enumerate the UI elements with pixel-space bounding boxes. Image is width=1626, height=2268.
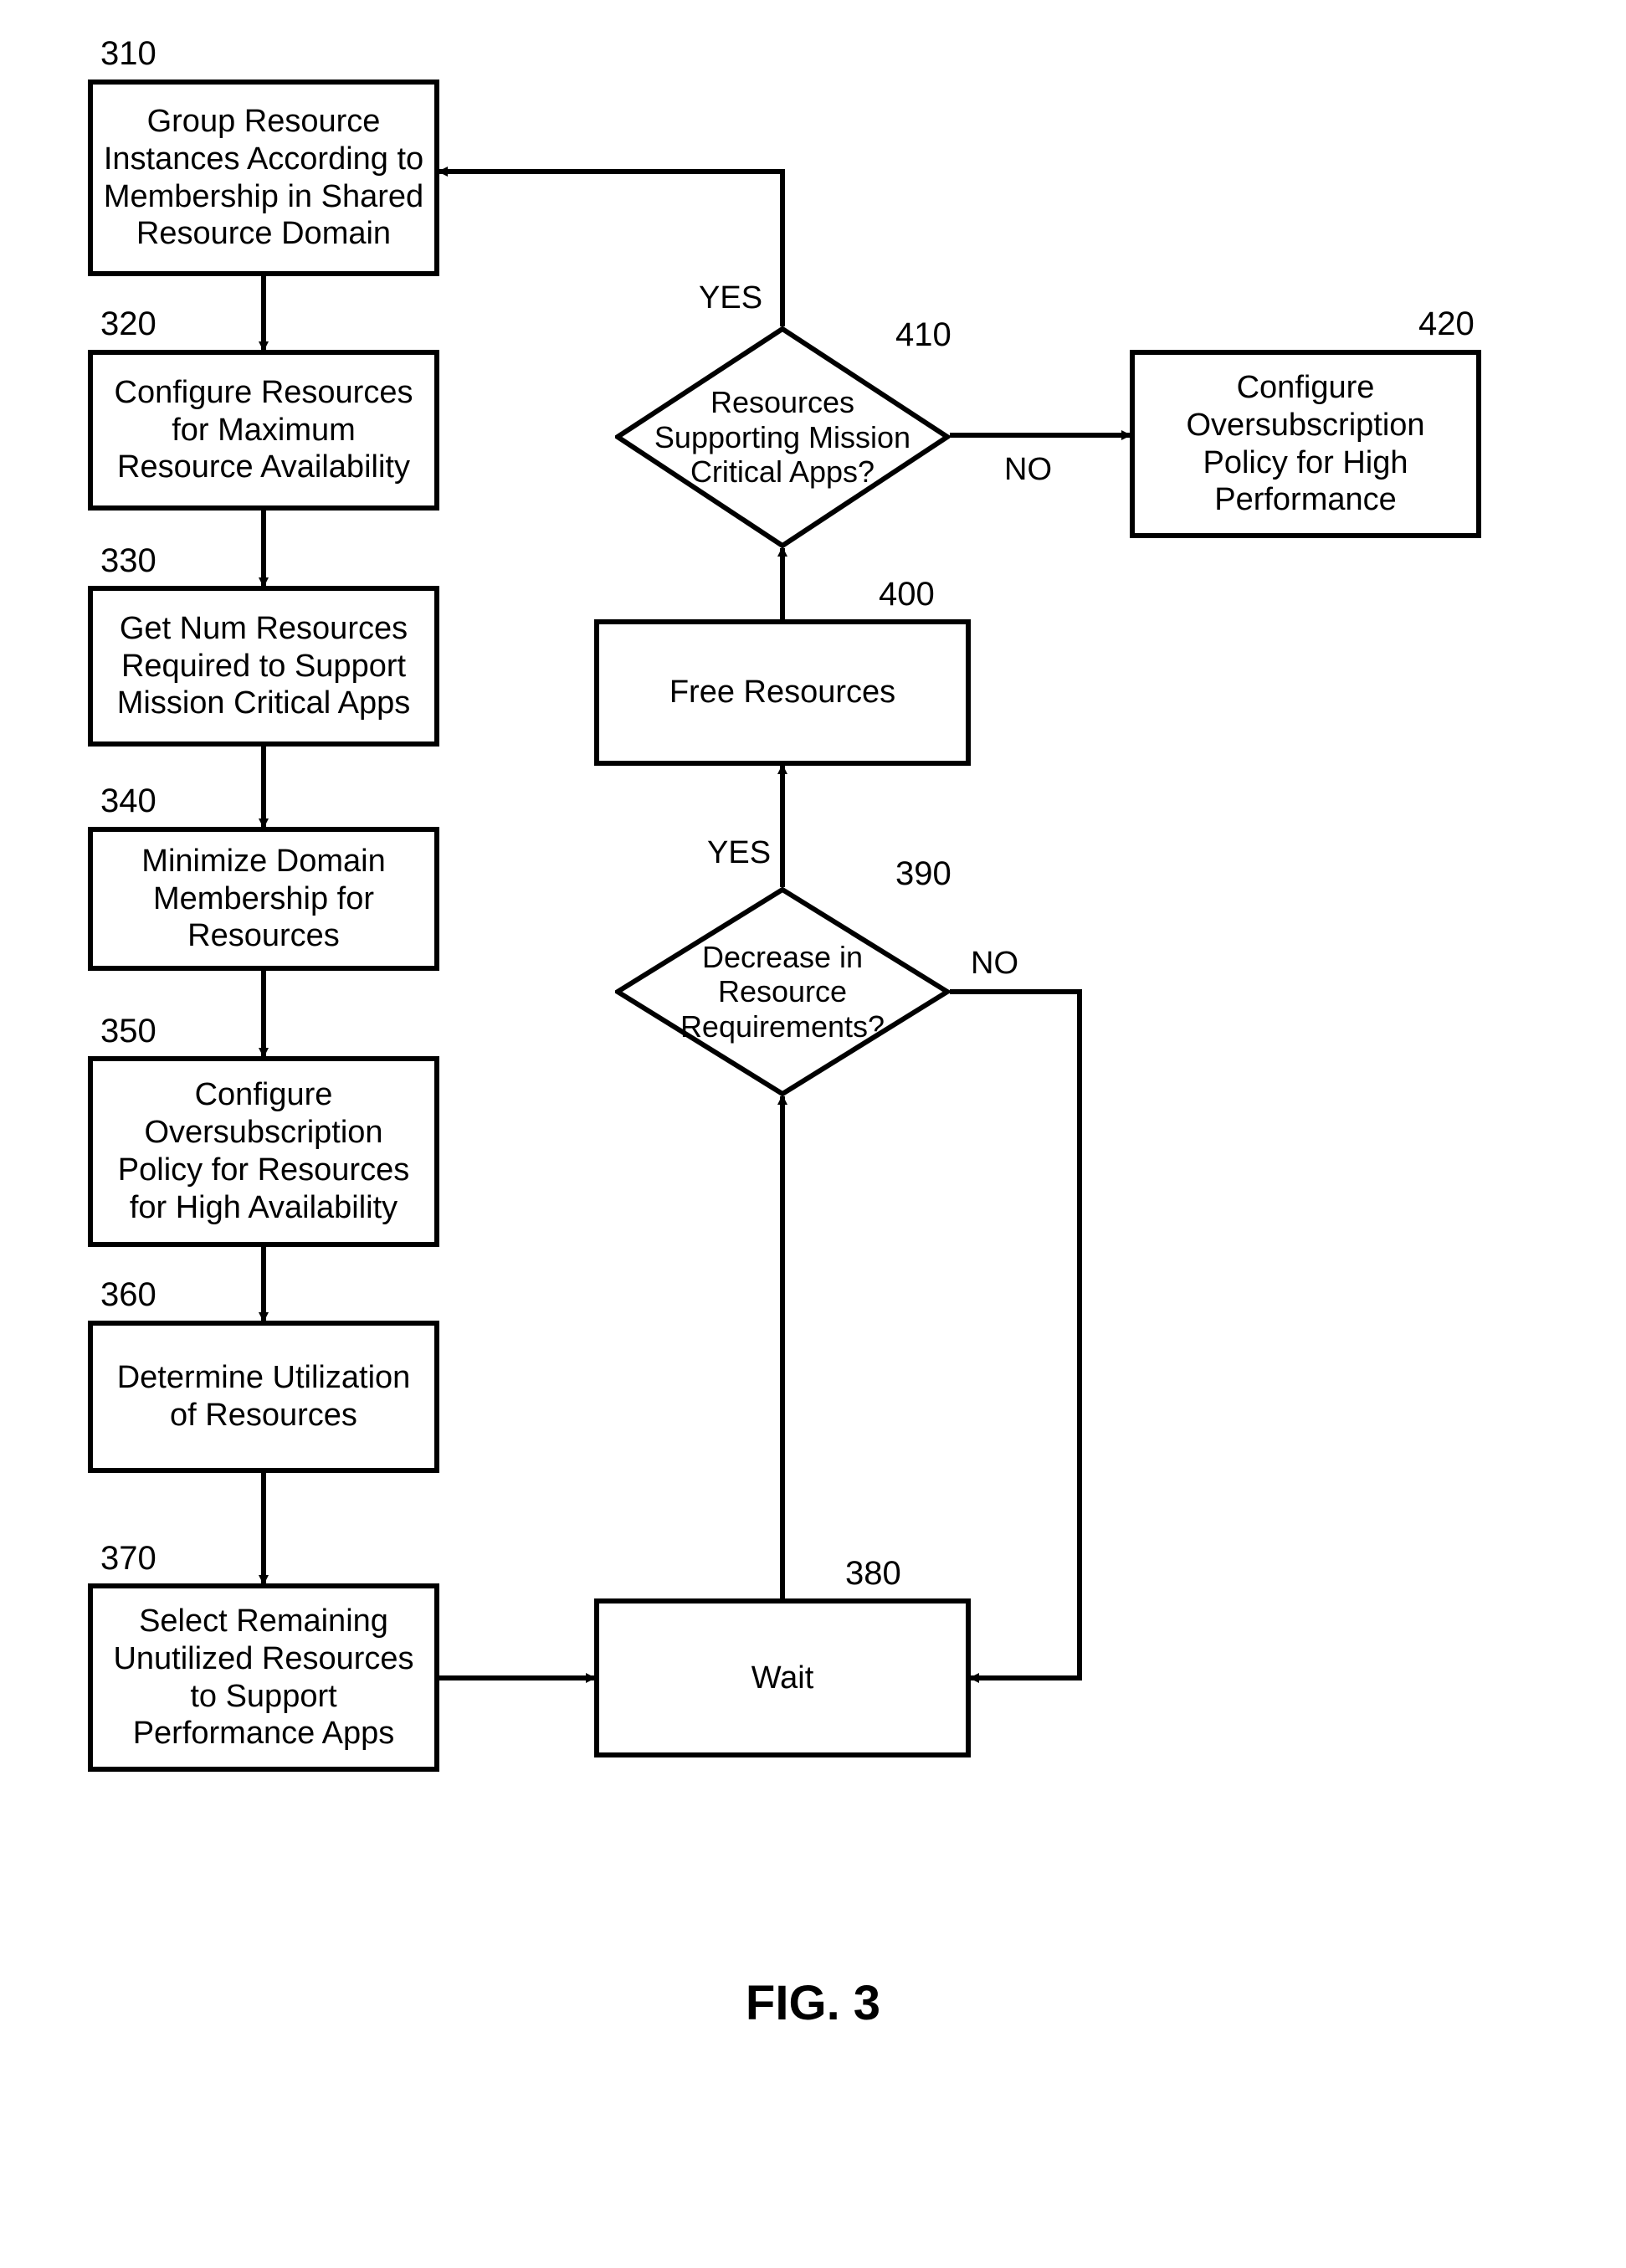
- decision-390-text: Decrease in Resource Requirements?: [649, 940, 916, 1044]
- process-380-text: Wait: [751, 1660, 814, 1697]
- edge-label-390-yes: YES: [707, 835, 771, 871]
- decision-410: Resources Supporting Mission Critical Ap…: [615, 326, 950, 548]
- process-420-text: Configure Oversubscription Policy for Hi…: [1143, 369, 1468, 519]
- node-number-420: 420: [1418, 305, 1475, 343]
- node-number-310: 310: [100, 35, 156, 73]
- process-380: Wait: [594, 1598, 971, 1757]
- decision-410-text: Resources Supporting Mission Critical Ap…: [649, 385, 916, 489]
- node-number-320: 320: [100, 305, 156, 343]
- process-400: Free Resources: [594, 619, 971, 766]
- node-number-360: 360: [100, 1276, 156, 1314]
- process-350-text: Configure Oversubscription Policy for Re…: [101, 1076, 426, 1226]
- node-number-370: 370: [100, 1540, 156, 1578]
- process-420: Configure Oversubscription Policy for Hi…: [1130, 350, 1481, 538]
- process-370: Select Remaining Unutilized Resources to…: [88, 1583, 439, 1772]
- node-number-380: 380: [845, 1555, 901, 1593]
- process-330: Get Num Resources Required to Support Mi…: [88, 586, 439, 747]
- process-310-text: Group Resource Instances According to Me…: [101, 103, 426, 253]
- edge-label-390-no: NO: [971, 946, 1018, 982]
- process-400-text: Free Resources: [669, 674, 895, 711]
- decision-390: Decrease in Resource Requirements?: [615, 887, 950, 1096]
- process-330-text: Get Num Resources Required to Support Mi…: [101, 610, 426, 722]
- process-340-text: Minimize Domain Membership for Resources: [101, 843, 426, 955]
- edge-label-410-no: NO: [1004, 452, 1052, 488]
- flowchart-canvas: 310 Group Resource Instances According t…: [0, 0, 1626, 2268]
- process-320-text: Configure Resources for Maximum Resource…: [101, 374, 426, 486]
- process-360: Determine Utilization of Resources: [88, 1321, 439, 1473]
- process-340: Minimize Domain Membership for Resources: [88, 827, 439, 971]
- figure-caption: FIG. 3: [0, 1975, 1626, 2031]
- node-number-330: 330: [100, 542, 156, 580]
- process-350: Configure Oversubscription Policy for Re…: [88, 1056, 439, 1247]
- process-360-text: Determine Utilization of Resources: [101, 1359, 426, 1434]
- process-310: Group Resource Instances According to Me…: [88, 80, 439, 276]
- node-number-400: 400: [879, 576, 935, 613]
- edge-label-410-yes: YES: [699, 280, 762, 316]
- process-370-text: Select Remaining Unutilized Resources to…: [101, 1603, 426, 1752]
- node-number-340: 340: [100, 783, 156, 820]
- node-number-350: 350: [100, 1013, 156, 1050]
- process-320: Configure Resources for Maximum Resource…: [88, 350, 439, 511]
